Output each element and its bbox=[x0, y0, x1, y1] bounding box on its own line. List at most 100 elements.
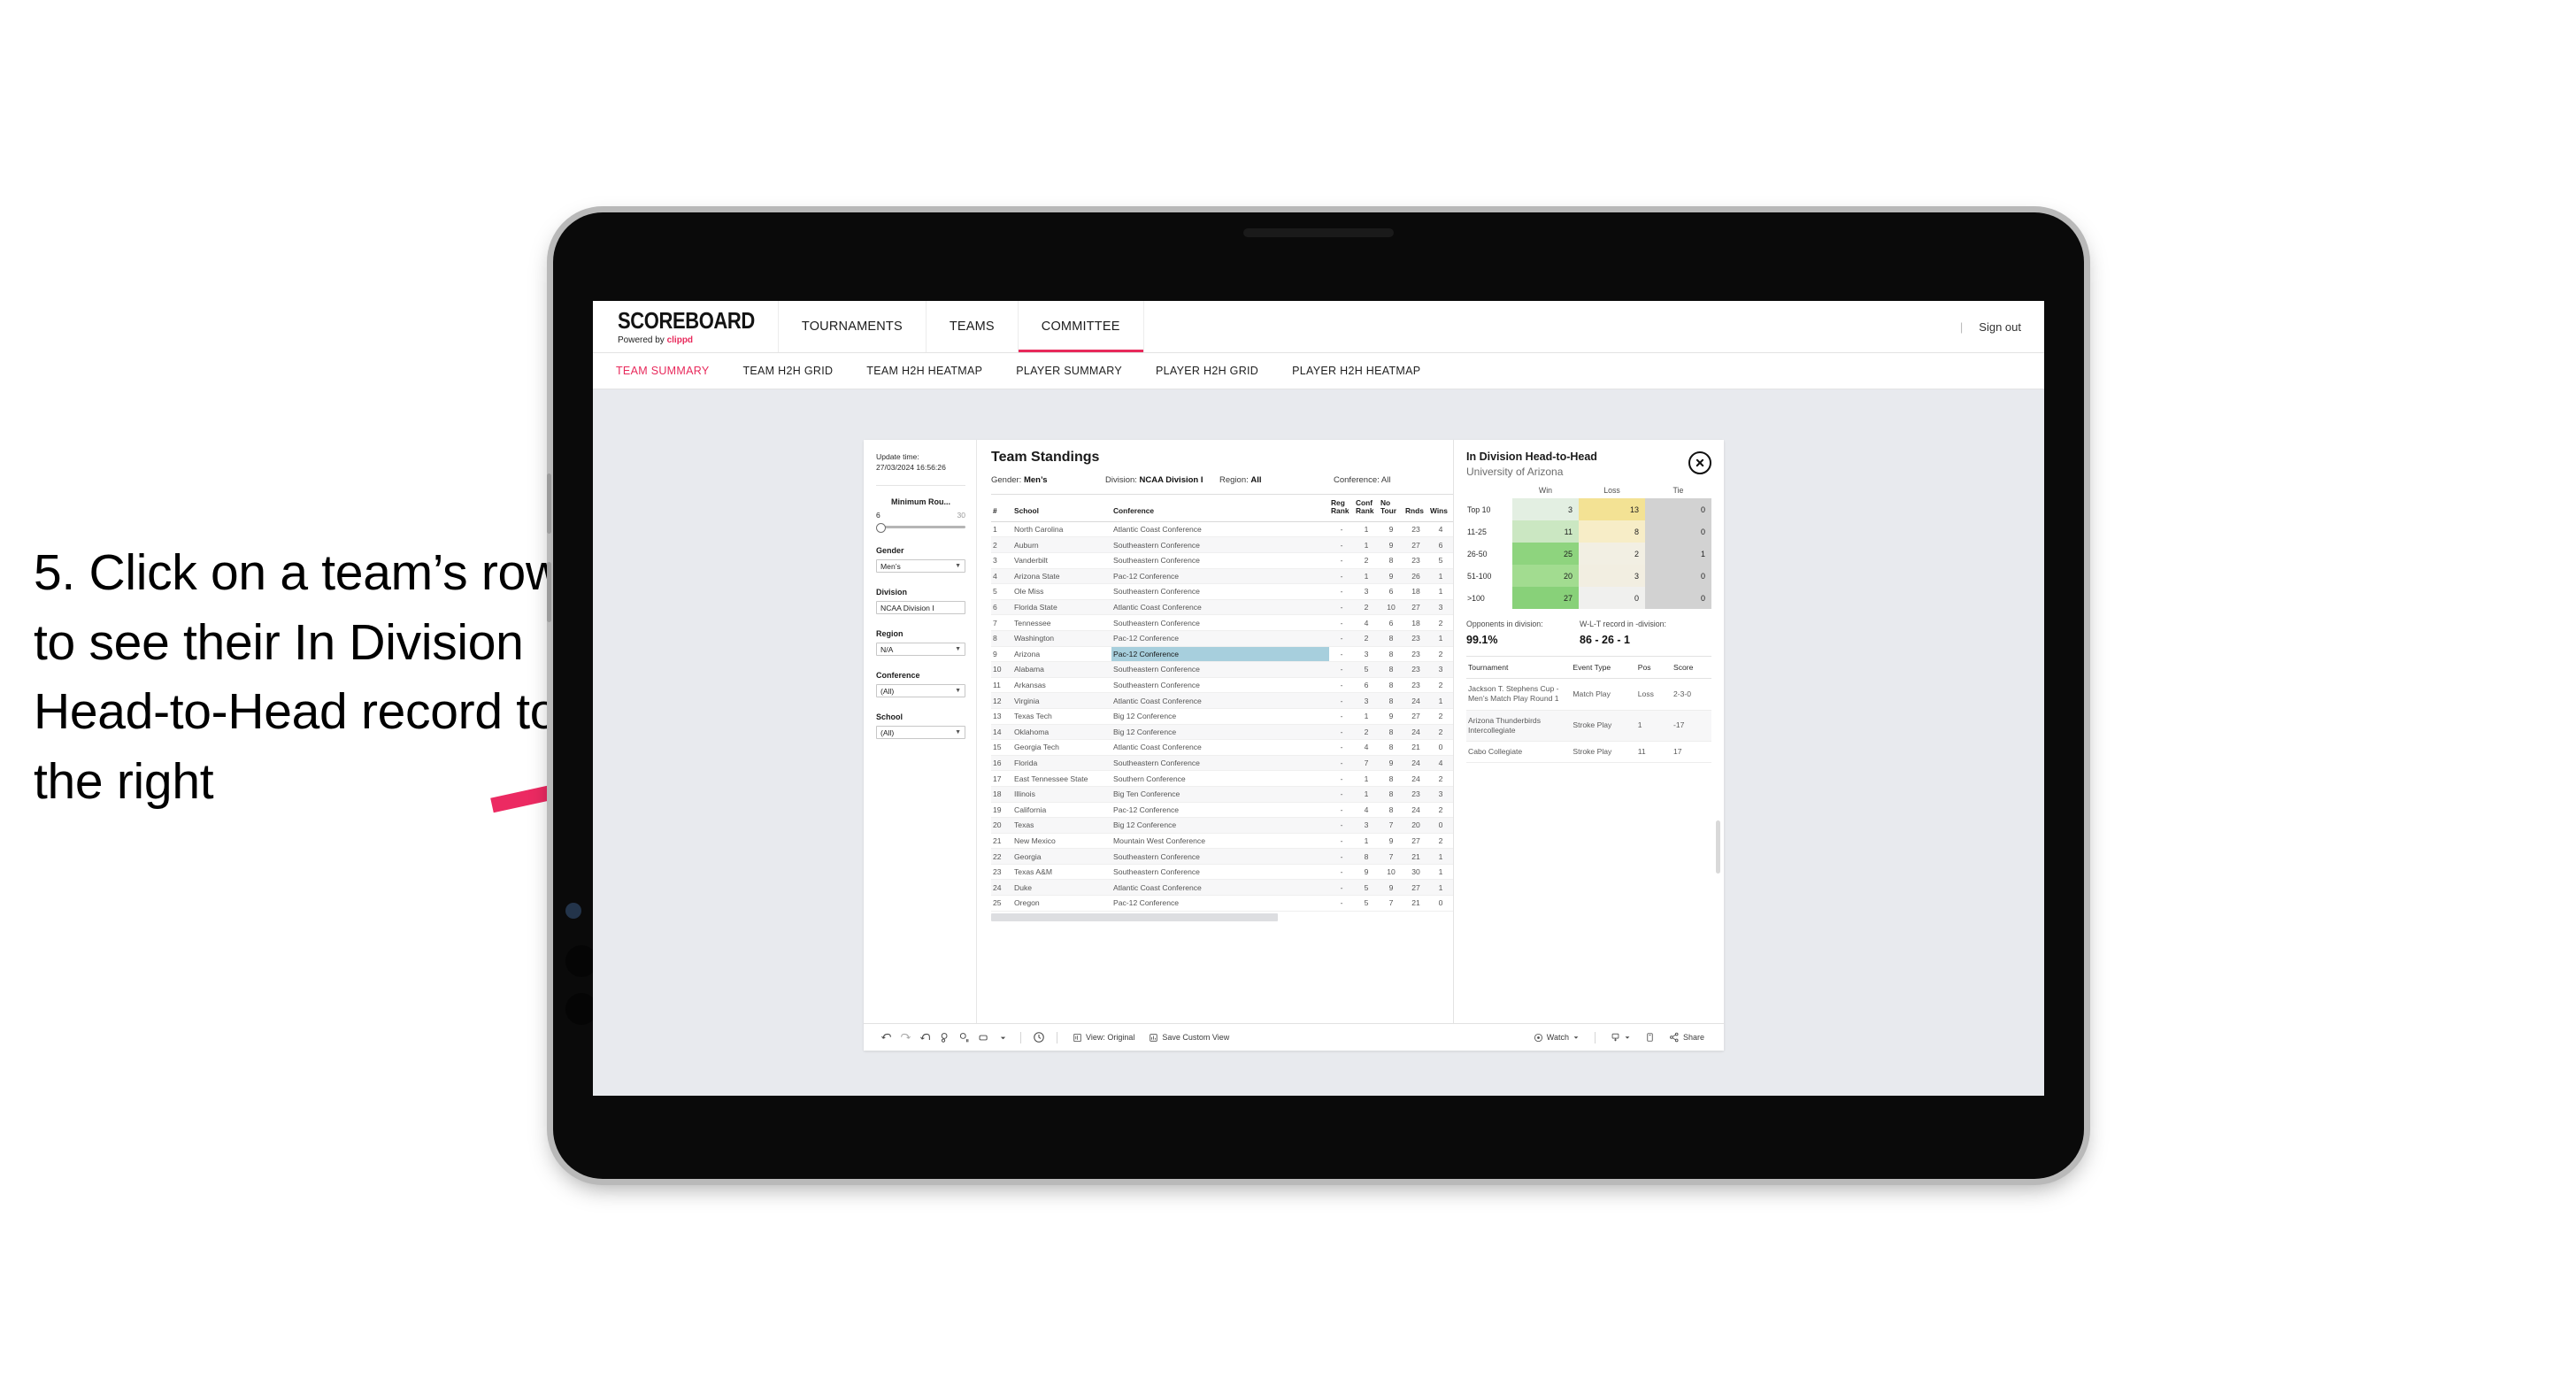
history-icon[interactable] bbox=[1029, 1028, 1049, 1047]
table-row[interactable]: 14 Oklahoma Big 12 Conference -2 8 24 2 bbox=[991, 724, 1453, 741]
cell-conference: Pac-12 Conference bbox=[1111, 630, 1329, 647]
table-row[interactable]: 2 Auburn Southeastern Conference -1 9 27 6 bbox=[991, 536, 1453, 553]
slider-handle[interactable] bbox=[876, 523, 886, 534]
volume-down-button[interactable] bbox=[547, 562, 551, 622]
table-row[interactable]: 12 Virginia Atlantic Coast Conference -3 8 24… bbox=[991, 692, 1453, 709]
tournament-name: Cabo Collegiate bbox=[1466, 741, 1572, 764]
table-row[interactable]: 22 Georgia Southeastern Conference -8 7 21 1 bbox=[991, 848, 1453, 865]
h2h-cell-tie: 1 bbox=[1645, 543, 1711, 566]
alert-button[interactable] bbox=[1603, 1032, 1638, 1043]
gender-select[interactable]: Men’s ▼ bbox=[876, 559, 965, 574]
table-row[interactable]: 1 North Carolina Atlantic Coast Conference… bbox=[991, 521, 1453, 538]
h2h-cell-loss: 2 bbox=[1579, 543, 1645, 566]
refresh-data-icon[interactable] bbox=[934, 1028, 954, 1047]
minimum-rounds-slider[interactable] bbox=[876, 523, 965, 534]
col-reg-rank[interactable]: Reg Rank bbox=[1329, 495, 1354, 522]
table-row[interactable]: 18 Illinois Big Ten Conference -1 8 23 3 bbox=[991, 786, 1453, 803]
filter-divider bbox=[876, 485, 965, 487]
table-row[interactable]: 24 Duke Atlantic Coast Conference -5 9 27 1 bbox=[991, 879, 1453, 897]
cell-school: Oklahoma bbox=[1012, 724, 1111, 741]
share-button[interactable]: Share bbox=[1662, 1032, 1711, 1043]
save-custom-view-button[interactable]: Save Custom View bbox=[1142, 1033, 1236, 1043]
col-rnds[interactable]: Rnds bbox=[1403, 495, 1428, 522]
device-layout-button[interactable] bbox=[1638, 1032, 1662, 1043]
col-no-tour[interactable]: No Tour bbox=[1379, 495, 1403, 522]
scrollbar-thumb[interactable] bbox=[991, 912, 1278, 921]
tab-team-h2h-heatmap[interactable]: TEAM H2H HEATMAP bbox=[866, 365, 982, 377]
pause-refresh-icon[interactable] bbox=[954, 1028, 973, 1047]
watch-button[interactable]: Watch bbox=[1526, 1033, 1587, 1043]
nav-item-teams[interactable]: TEAMS bbox=[927, 301, 1019, 352]
tournament-vertical-scrollbar[interactable] bbox=[1716, 820, 1720, 874]
table-row[interactable]: 13 Texas Tech Big 12 Conference -1 9 27 2 bbox=[991, 708, 1453, 725]
meta-conference-label: Conference: bbox=[1334, 475, 1380, 485]
table-row[interactable]: 23 Texas A&M Southeastern Conference -9 10 30… bbox=[991, 864, 1453, 881]
horizontal-scrollbar[interactable] bbox=[991, 912, 1453, 922]
table-row[interactable]: 16 Florida Southeastern Conference -7 9 24 4 bbox=[991, 755, 1453, 772]
cell-school: Duke bbox=[1012, 879, 1111, 897]
toolbar-divider-3 bbox=[1594, 1031, 1596, 1043]
table-row[interactable]: 21 New Mexico Mountain West Conference -1 9 2… bbox=[991, 833, 1453, 850]
table-row[interactable]: 15 Georgia Tech Atlantic Coast Conference -… bbox=[991, 739, 1453, 756]
cell-wins: 2 bbox=[1428, 833, 1453, 850]
cell-conference: Big Ten Conference bbox=[1111, 786, 1329, 803]
tab-player-summary[interactable]: PLAYER SUMMARY bbox=[1016, 365, 1122, 377]
undo-icon[interactable] bbox=[876, 1028, 896, 1047]
table-row[interactable]: 20 Texas Big 12 Conference -3 7 20 0 bbox=[991, 817, 1453, 834]
col-rank[interactable]: # bbox=[991, 495, 1012, 522]
col-school[interactable]: School bbox=[1012, 495, 1111, 522]
nav-item-tournaments[interactable]: TOURNAMENTS bbox=[779, 301, 927, 352]
tournament-row[interactable]: Cabo Collegiate Stroke Play 11 17 bbox=[1466, 741, 1711, 764]
cell-wins: 3 bbox=[1428, 661, 1453, 678]
tournament-row[interactable]: Jackson T. Stephens Cup - Men’s Match Pl… bbox=[1466, 678, 1711, 711]
cell-wins: 1 bbox=[1428, 848, 1453, 865]
table-row[interactable]: 10 Alabama Southeastern Conference -5 8 23 3 bbox=[991, 661, 1453, 678]
h2h-panel-subtitle: University of Arizona bbox=[1466, 465, 1564, 478]
table-row[interactable]: 8 Washington Pac-12 Conference -2 8 23 1 bbox=[991, 630, 1453, 647]
nav-item-committee[interactable]: COMMITTEE bbox=[1018, 301, 1144, 352]
sign-out-link[interactable]: Sign out bbox=[1979, 320, 2021, 334]
app-logo[interactable]: SCOREBOARD Powered by clippd bbox=[593, 301, 779, 352]
table-row[interactable]: 4 Arizona State Pac-12 Conference -1 9 26 1 bbox=[991, 568, 1453, 585]
conference-select[interactable]: (All) ▼ bbox=[876, 684, 965, 698]
h2h-matrix-row: Top 10 3 13 0 bbox=[1466, 498, 1711, 521]
table-row[interactable]: 6 Florida State Atlantic Coast Conference -… bbox=[991, 599, 1453, 616]
meta-region: Region: All bbox=[1219, 475, 1334, 485]
table-row[interactable]: 5 Ole Miss Southeastern Conference -3 6 18 1 bbox=[991, 583, 1453, 600]
tab-player-h2h-grid[interactable]: PLAYER H2H GRID bbox=[1156, 365, 1258, 377]
division-select[interactable]: NCAA Division I bbox=[876, 601, 965, 615]
col-conf-rank[interactable]: Conf Rank bbox=[1354, 495, 1379, 522]
minimum-rounds-range: 6 30 bbox=[876, 511, 965, 520]
table-row[interactable]: 17 East Tennessee State Southern Conferenc… bbox=[991, 770, 1453, 787]
cell-conference: Atlantic Coast Conference bbox=[1111, 692, 1329, 709]
school-select[interactable]: (All) ▼ bbox=[876, 726, 965, 740]
table-row[interactable]: 9 Arizona Pac-12 Conference -3 8 23 2 bbox=[991, 646, 1453, 663]
col-conference[interactable]: Conference bbox=[1111, 495, 1329, 522]
h2h-cell-win: 27 bbox=[1512, 587, 1579, 610]
cell-conf-rank: 2 bbox=[1354, 599, 1379, 616]
view-original-button[interactable]: View: Original bbox=[1065, 1033, 1142, 1043]
volume-up-button[interactable] bbox=[547, 474, 551, 534]
table-row[interactable]: 25 Oregon Pac-12 Conference -5 7 21 0 bbox=[991, 895, 1453, 912]
redo-icon[interactable] bbox=[896, 1028, 915, 1047]
revert-icon[interactable] bbox=[915, 1028, 934, 1047]
table-row[interactable]: 3 Vanderbilt Southeastern Conference -2 8 23 5 bbox=[991, 552, 1453, 569]
table-row[interactable]: 7 Tennessee Southeastern Conference -4 6 18 2 bbox=[991, 614, 1453, 631]
col-wins[interactable]: Wins bbox=[1428, 495, 1453, 522]
table-row[interactable]: 19 California Pac-12 Conference -4 8 24 2 bbox=[991, 802, 1453, 819]
table-row[interactable]: 11 Arkansas Southeastern Conference -6 8 23 2 bbox=[991, 677, 1453, 694]
cell-conference: Southeastern Conference bbox=[1111, 536, 1329, 553]
dashboard-container: Update time: 27/03/2024 16:56:26 Minimum… bbox=[864, 440, 1724, 1051]
close-icon[interactable] bbox=[1688, 451, 1711, 474]
tab-player-h2h-heatmap[interactable]: PLAYER H2H HEATMAP bbox=[1292, 365, 1420, 377]
cell-rank: 17 bbox=[991, 770, 1012, 787]
region-select[interactable]: N/A ▼ bbox=[876, 643, 965, 657]
tab-team-h2h-grid[interactable]: TEAM H2H GRID bbox=[742, 365, 833, 377]
pause-layout-icon[interactable] bbox=[973, 1028, 993, 1047]
tournament-row[interactable]: Arizona Thunderbirds Intercollegiate Stro… bbox=[1466, 710, 1711, 742]
cell-conference: Southern Conference bbox=[1111, 770, 1329, 787]
cell-reg-rank: - bbox=[1329, 755, 1354, 772]
chevron-down-icon[interactable] bbox=[993, 1028, 1012, 1047]
tab-team-summary[interactable]: TEAM SUMMARY bbox=[616, 365, 709, 377]
cell-rnds: 23 bbox=[1403, 786, 1428, 803]
